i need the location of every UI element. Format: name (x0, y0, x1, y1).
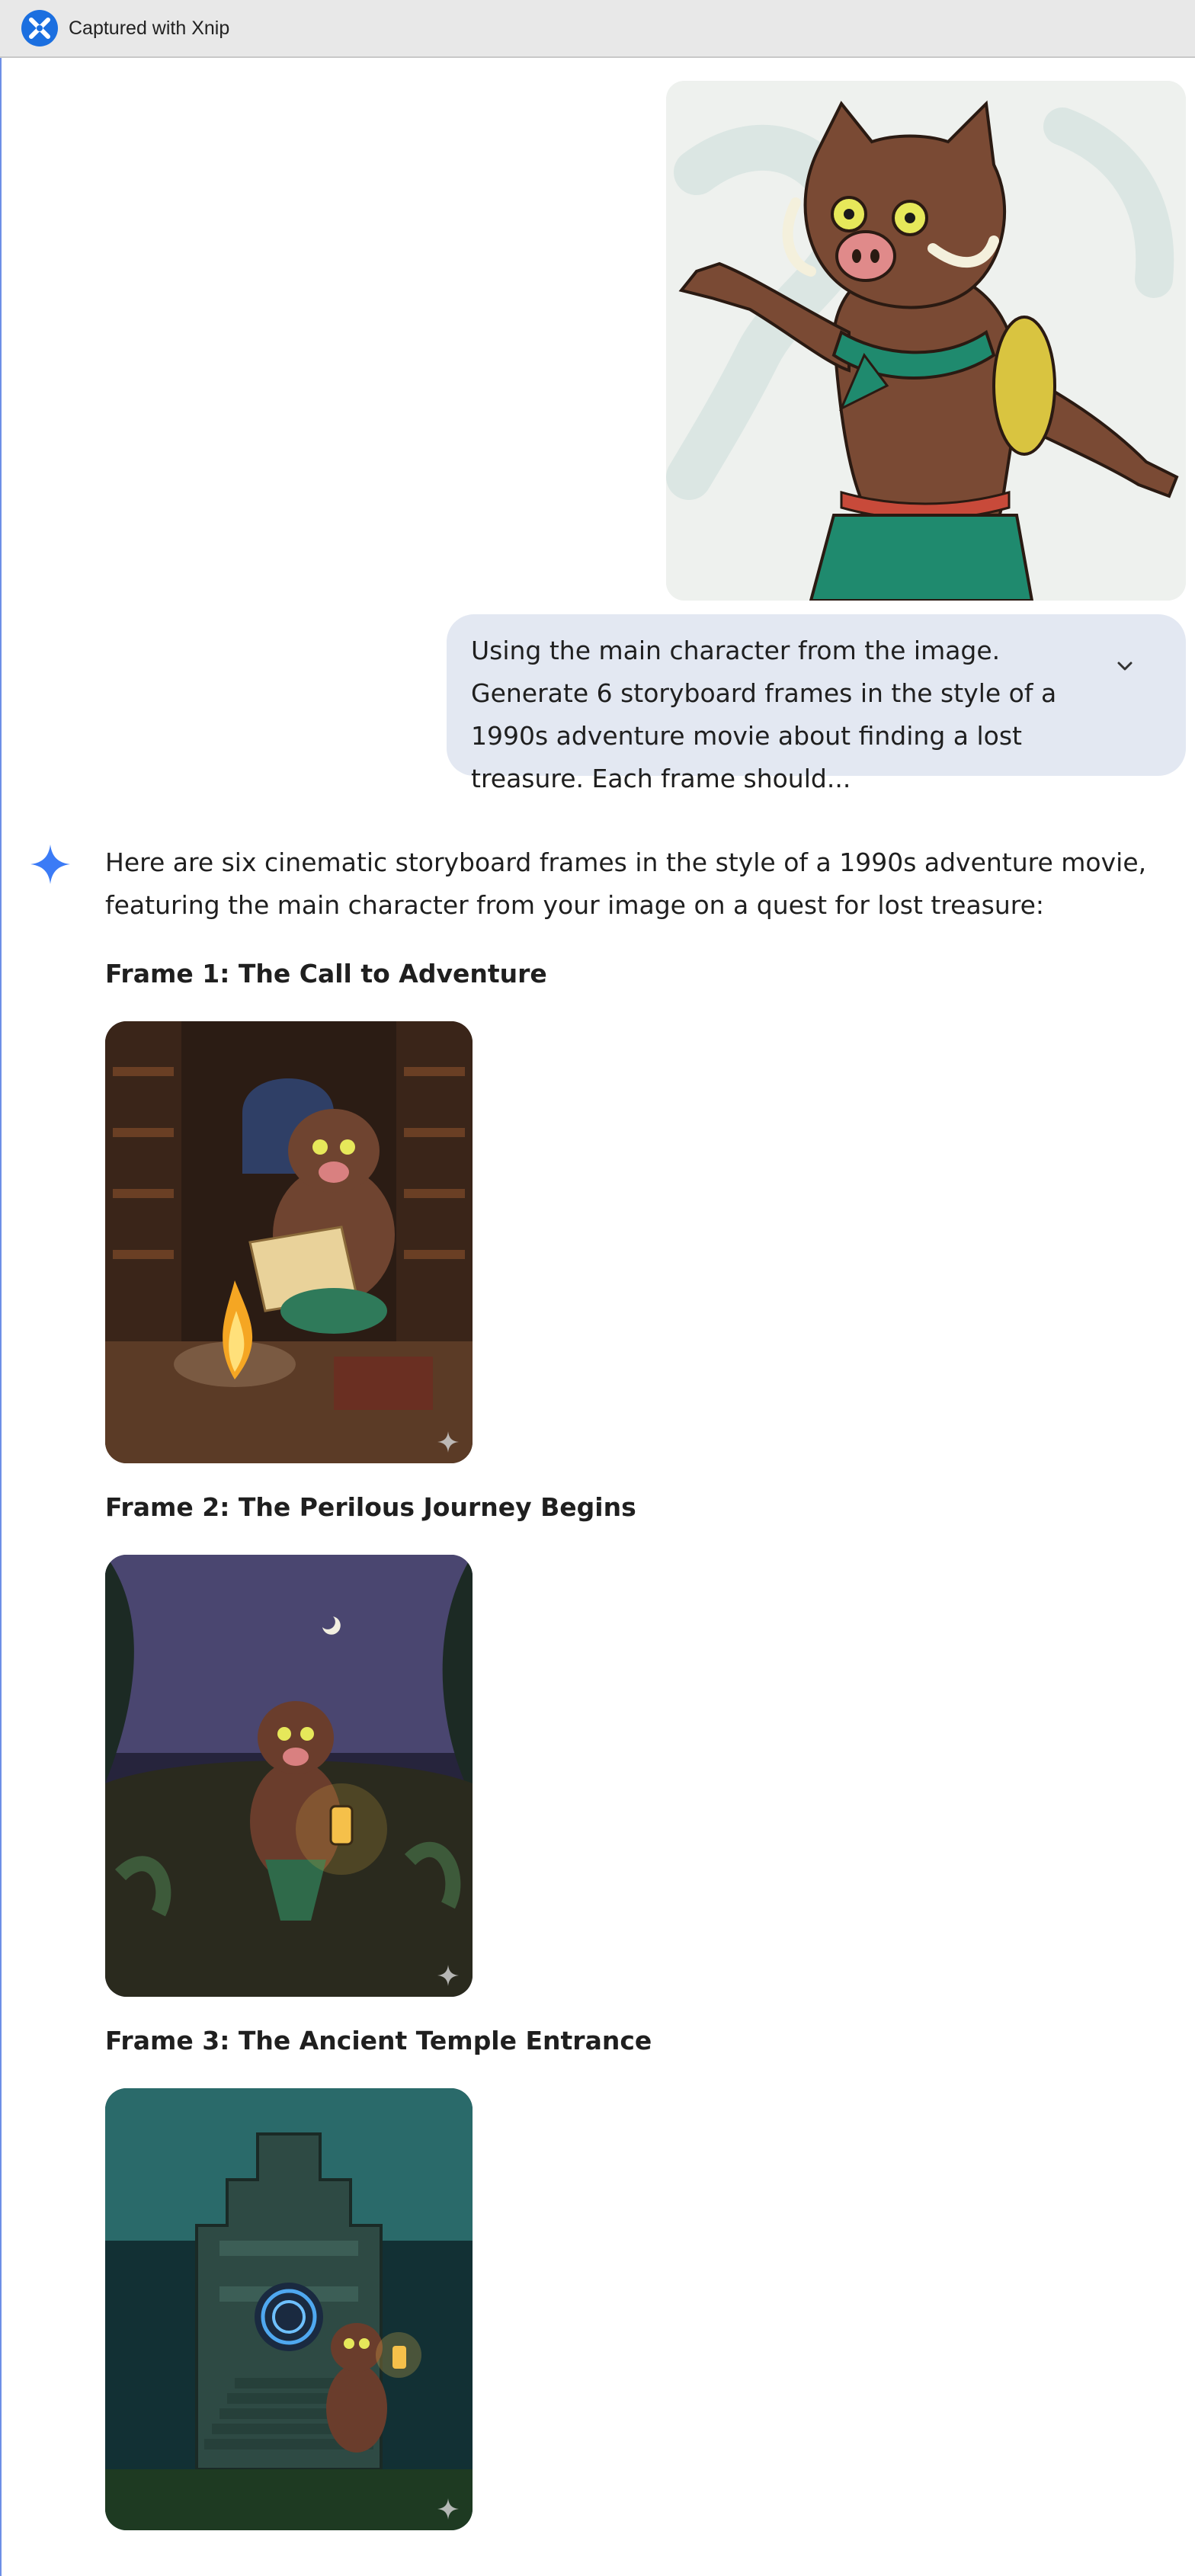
xnip-logo-icon (21, 10, 58, 46)
chevron-down-icon[interactable] (1107, 648, 1143, 684)
response-intro-text: Here are six cinematic storyboard frames… (105, 847, 1147, 920)
gemini-sparkle-icon (29, 843, 72, 886)
boar-reading-map-campfire-image[interactable] (105, 1021, 473, 1463)
frame-heading: Frame 1: The Call to Adventure (105, 959, 547, 988)
user-prompt-bubble: Using the main character from the image.… (447, 614, 1186, 793)
window-title: Captured with Xnip (69, 17, 230, 39)
window-titlebar: Captured with Xnip (0, 0, 1195, 58)
user-prompt-text: Using the main character from the image.… (471, 636, 1057, 793)
sparkle-icon (436, 2497, 460, 2521)
frame-heading: Frame 3: The Ancient Temple Entrance (105, 2026, 652, 2055)
frame-heading: Frame 2: The Perilous Journey Begins (105, 1492, 636, 1522)
window-left-border (0, 58, 2, 2576)
boar-at-temple-entrance-image[interactable] (105, 2088, 473, 2530)
boar-with-lantern-jungle-night-image[interactable] (105, 1555, 473, 1997)
sparkle-icon (436, 1963, 460, 1988)
boar-character-image[interactable] (666, 81, 1186, 601)
sparkle-icon (436, 1430, 460, 1454)
